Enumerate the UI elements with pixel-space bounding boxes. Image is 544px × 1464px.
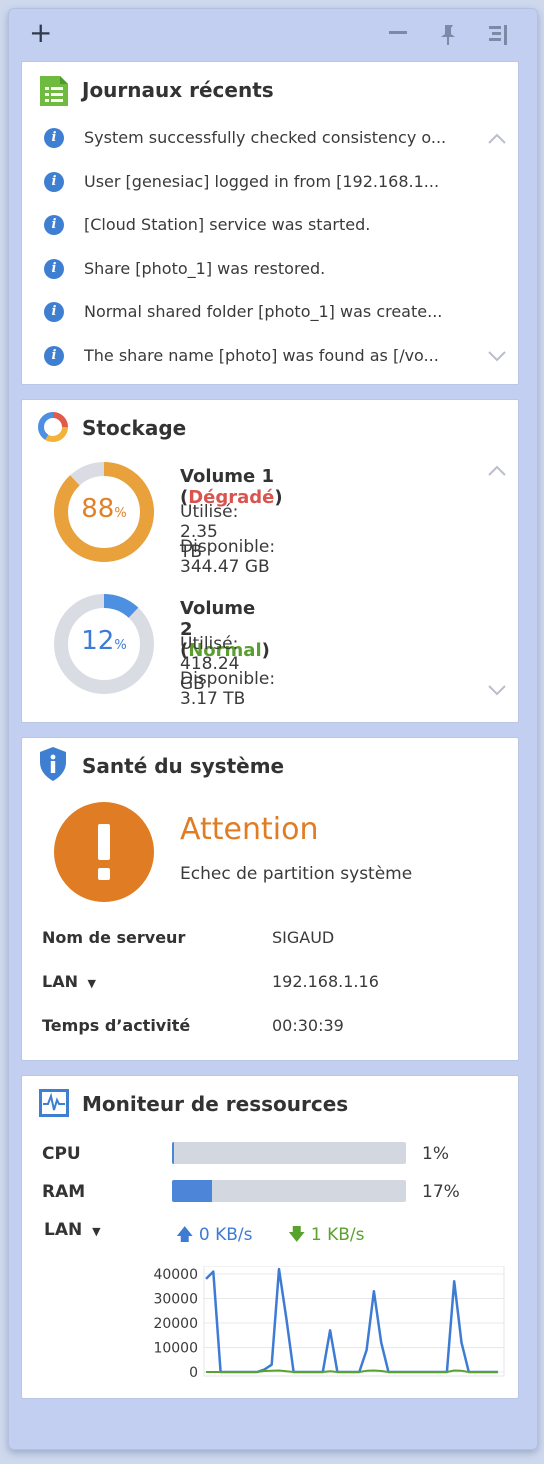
recent-logs-title: Journaux récents (82, 78, 274, 102)
log-text: Normal shared folder [photo_1] was creat… (84, 302, 443, 322)
cpu-percent: 1% (422, 1144, 449, 1164)
chevron-up-icon[interactable] (488, 132, 506, 144)
storage-title: Stockage (82, 416, 187, 440)
caret-down-icon: ▼ (87, 977, 97, 990)
exclamation-icon (54, 802, 154, 902)
info-icon: i (44, 346, 64, 366)
shield-info-icon (40, 747, 66, 781)
sidebar-toggle-icon[interactable] (487, 23, 511, 47)
log-text: Share [photo_1] was restored. (84, 258, 326, 278)
server-name-label: Nom de serveur (42, 928, 186, 947)
log-text: [Cloud Station] service was started. (84, 215, 371, 235)
info-icon: i (44, 171, 64, 192)
lan-dropdown[interactable]: LAN ▼ (42, 972, 96, 991)
volume-usage-percent: 12% (54, 626, 154, 656)
activity-monitor-icon (39, 1089, 69, 1117)
lan-label: LAN (42, 972, 78, 991)
y-tick-label: 30000 (153, 1292, 198, 1308)
plus-icon[interactable]: + (29, 19, 52, 47)
recent-logs-card: Journaux récents i System successfully ch… (21, 61, 519, 385)
chevron-up-icon[interactable] (488, 464, 506, 476)
lan-ip-value: 192.168.1.16 (272, 972, 379, 991)
info-icon: i (44, 128, 64, 148)
percent-unit: % (114, 638, 127, 653)
storage-card: Stockage 88% Volume 1 (Dégradé) Utilisé: 2… (21, 399, 519, 723)
arrow-up-icon: 🡅 (176, 1225, 194, 1245)
server-name-value: SIGAUD (272, 928, 335, 947)
upload-speed: 🡅 0 KB/s (176, 1222, 253, 1251)
ram-percent: 17% (422, 1182, 460, 1202)
system-health-card: Santé du système Attention Echec de part… (21, 737, 519, 1061)
ram-label: RAM (42, 1182, 86, 1202)
info-icon: i (44, 215, 64, 236)
y-tick-label: 40000 (153, 1267, 198, 1283)
chevron-down-icon[interactable] (488, 350, 506, 362)
lan-dropdown[interactable]: LAN ▼ (44, 1220, 101, 1240)
cpu-usage-bar (172, 1142, 406, 1164)
cpu-usage-fill (172, 1142, 175, 1164)
pin-icon[interactable] (437, 23, 459, 47)
log-item[interactable]: i Normal shared folder [photo_1] was crea… (44, 302, 484, 324)
log-item[interactable]: i User [genesiac] logged in from [192.168… (44, 171, 484, 194)
minus-icon[interactable] (389, 31, 407, 34)
health-status: Attention (180, 812, 319, 847)
network-traffic-chart: 40000 30000 20000 10000 0 (153, 1266, 505, 1381)
widget-toolbar: + (9, 9, 537, 59)
volume-usage-percent: 88% (54, 494, 154, 524)
paren-close: ) (274, 487, 283, 508)
upload-speed-value: 0 KB/s (198, 1225, 253, 1245)
download-speed: 🡇 1 KB/s (288, 1222, 365, 1251)
paren-close: ) (261, 640, 270, 661)
percent-unit: % (114, 506, 127, 521)
log-text: System successfully checked consistency … (84, 128, 447, 147)
y-tick-label: 10000 (153, 1341, 198, 1357)
uptime-value: 00:30:39 (272, 1016, 344, 1035)
log-item[interactable]: i Share [photo_1] was restored. (44, 258, 484, 281)
log-text: The share name [photo] was found as [/vo… (84, 346, 439, 365)
widget-panel: + Journaux récents i System successfully … (8, 8, 538, 1450)
log-item[interactable]: i System successfully checked consistency… (44, 128, 484, 150)
info-icon: i (44, 258, 64, 279)
list-document-icon (40, 76, 68, 106)
cpu-label: CPU (42, 1144, 81, 1164)
percent-value: 88 (81, 494, 115, 524)
arrow-down-icon: 🡇 (288, 1225, 306, 1245)
chevron-down-icon[interactable] (488, 684, 506, 696)
uptime-label: Temps d’activité (42, 1016, 191, 1035)
log-item[interactable]: i The share name [photo] was found as [/v… (44, 346, 484, 368)
volume-available: Disponible: 3.17 TB (180, 669, 276, 709)
volume-name: Volume 1 (180, 466, 275, 487)
log-item[interactable]: i [Cloud Station] service was started. (44, 215, 484, 237)
caret-down-icon: ▼ (92, 1225, 101, 1238)
ram-usage-bar (172, 1180, 406, 1202)
volume-available: Disponible: 344.47 GB (180, 537, 276, 577)
resource-monitor-card: Moniteur de ressources CPU 1% RAM 17% LA… (21, 1075, 519, 1399)
percent-value: 12 (81, 626, 115, 656)
info-icon: i (44, 302, 64, 323)
ram-usage-fill (172, 1180, 212, 1202)
resource-monitor-title: Moniteur de ressources (82, 1092, 349, 1116)
log-text: User [genesiac] logged in from [192.168.… (84, 171, 440, 191)
lan-label: LAN (44, 1220, 83, 1240)
system-health-title: Santé du système (82, 754, 285, 778)
health-message: Echec de partition système (180, 864, 413, 884)
download-speed-value: 1 KB/s (310, 1225, 365, 1245)
y-tick-label: 0 (189, 1365, 198, 1381)
storage-donut-icon (38, 412, 68, 442)
y-tick-label: 20000 (153, 1316, 198, 1332)
